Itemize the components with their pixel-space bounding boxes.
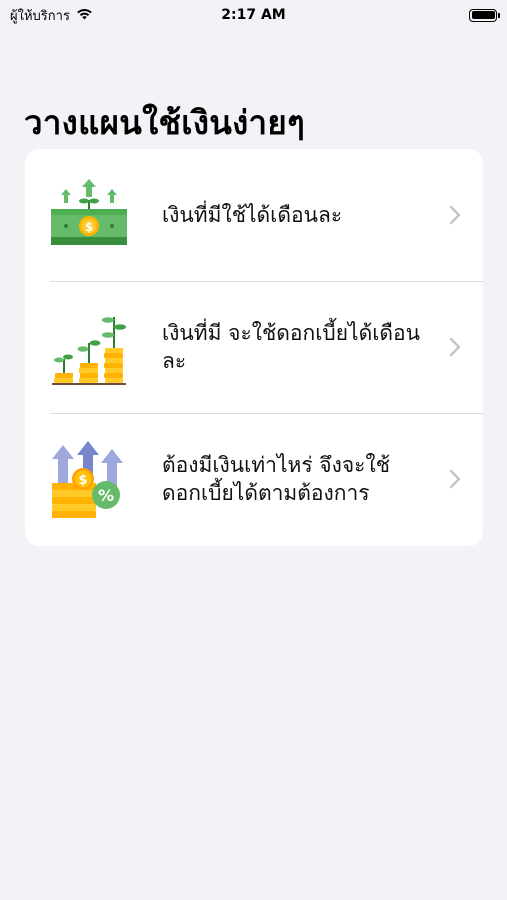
- status-right: [357, 8, 500, 22]
- menu-card: $ เงินที่มีใช้ได้เดือนละ เงินที่มี จะใช้…: [25, 149, 483, 546]
- svg-text:%: %: [98, 486, 114, 505]
- svg-text:$: $: [85, 220, 93, 234]
- status-left: ผู้ให้บริการ: [10, 5, 150, 26]
- chevron-right-icon: [449, 469, 461, 489]
- chevron-right-icon: [449, 337, 461, 357]
- page-title: วางแผนใช้เงินง่ายๆ: [24, 103, 306, 142]
- menu-item-label: ต้องมีเงินเท่าไหร่ จึงจะใช้ดอกเบี้ยได้ตา…: [162, 453, 390, 505]
- coin-plants-icon: [50, 307, 130, 387]
- menu-item-interest-spending[interactable]: เงินที่มี จะใช้ดอกเบี้ยได้เดือนละ: [25, 281, 483, 413]
- status-time: 2:17 AM: [221, 7, 286, 23]
- carrier-label: ผู้ให้บริการ: [10, 8, 70, 24]
- menu-item-label: เงินที่มี จะใช้ดอกเบี้ยได้เดือนละ: [162, 321, 420, 373]
- battery-icon: [469, 8, 500, 22]
- chevron-right-icon: [449, 205, 461, 225]
- menu-item-label: เงินที่มีใช้ได้เดือนละ: [162, 203, 343, 227]
- menu-item-required-savings[interactable]: $ % ต้องมีเงินเท่าไหร่ จึงจะใช้ดอกเบี้ยไ…: [25, 413, 483, 545]
- coins-percent-icon: $ %: [50, 439, 130, 519]
- wifi-icon: [76, 7, 93, 24]
- menu-item-monthly-spending[interactable]: $ เงินที่มีใช้ได้เดือนละ: [25, 149, 483, 281]
- money-growth-icon: $: [50, 175, 130, 255]
- svg-text:$: $: [78, 473, 87, 488]
- status-bar: ผู้ให้บริการ 2:17 AM: [0, 0, 507, 30]
